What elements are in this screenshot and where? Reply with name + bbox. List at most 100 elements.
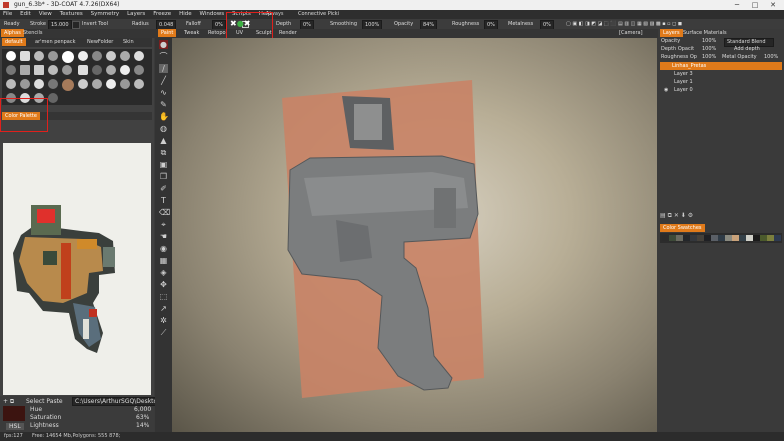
- swatch[interactable]: [676, 235, 683, 241]
- visibility-eye-icon[interactable]: ◉: [660, 87, 668, 93]
- grab-tool-icon[interactable]: ✥: [159, 280, 168, 289]
- swatch[interactable]: [704, 235, 711, 241]
- layer-row[interactable]: ◉ Layer 0: [660, 86, 782, 94]
- color-mode-button[interactable]: HSL: [6, 423, 24, 430]
- alpha-brush[interactable]: [120, 79, 130, 89]
- minimize-button[interactable]: ─: [728, 0, 746, 10]
- swatch[interactable]: [732, 235, 739, 241]
- image-tool-icon[interactable]: ▦: [159, 256, 168, 265]
- alpha-brush[interactable]: [134, 79, 144, 89]
- smudge-tool-icon[interactable]: ✋: [159, 112, 169, 121]
- folder-armen[interactable]: ar'men penpack: [32, 38, 79, 46]
- alpha-brush[interactable]: [34, 51, 44, 61]
- brush-tool-icon[interactable]: ●: [159, 40, 168, 49]
- clone-tool-icon[interactable]: ⧉: [159, 148, 168, 157]
- alpha-brush[interactable]: [92, 65, 102, 75]
- swatch[interactable]: [718, 235, 725, 241]
- alpha-brush[interactable]: [62, 51, 74, 63]
- add-color-icon[interactable]: + ⧉: [3, 398, 14, 406]
- invert-tool-checkbox[interactable]: [72, 21, 80, 29]
- alpha-brush[interactable]: [20, 65, 30, 75]
- menu-file[interactable]: File: [0, 10, 15, 19]
- new-layer-icon[interactable]: ▤: [660, 212, 666, 219]
- swatch[interactable]: [683, 235, 690, 241]
- folder-newfolder[interactable]: NewFolder: [84, 38, 116, 46]
- alpha-brush[interactable]: [20, 51, 30, 61]
- text-tool-icon[interactable]: T: [159, 196, 168, 205]
- menu-windows[interactable]: Windows: [197, 10, 228, 19]
- picker-tool-icon[interactable]: ⌖: [159, 220, 168, 229]
- alpha-brush[interactable]: [6, 65, 16, 75]
- alpha-brush[interactable]: [134, 51, 144, 61]
- stamp-tool-icon[interactable]: ▣: [159, 160, 168, 169]
- alpha-brush[interactable]: [78, 65, 88, 75]
- folder-default[interactable]: default: [2, 38, 26, 46]
- swatch[interactable]: [774, 235, 781, 241]
- maximize-button[interactable]: □: [746, 0, 764, 10]
- add-depth-button[interactable]: Add depth: [734, 46, 760, 53]
- folder-skin[interactable]: Skin: [120, 38, 137, 46]
- eye-tool-icon[interactable]: ◉: [159, 244, 168, 253]
- path-field[interactable]: C:\Users\ArthurSGQ\Desktop: [72, 397, 156, 406]
- line-tool-icon[interactable]: ╱: [159, 76, 168, 85]
- tab-render[interactable]: Render: [276, 29, 300, 37]
- menu-edit[interactable]: Edit: [17, 10, 34, 19]
- alpha-brush[interactable]: [48, 51, 58, 61]
- alpha-brush[interactable]: [120, 65, 130, 75]
- pen-tool-icon[interactable]: ∕: [159, 64, 168, 73]
- alpha-brush[interactable]: [106, 65, 116, 75]
- swatch[interactable]: [725, 235, 732, 241]
- connective-picking-label[interactable]: Connective Picki: [298, 10, 339, 18]
- copy-layer-icon[interactable]: ⧉: [668, 212, 672, 219]
- alpha-brush[interactable]: [48, 93, 58, 103]
- alpha-brush[interactable]: [20, 79, 30, 89]
- alpha-brush[interactable]: [106, 51, 116, 61]
- tab-tweak[interactable]: Tweak: [181, 29, 202, 37]
- alpha-brush[interactable]: [92, 79, 102, 89]
- alpha-brush[interactable]: [6, 79, 16, 89]
- menu-layers[interactable]: Layers: [124, 10, 148, 19]
- swatch[interactable]: [739, 235, 746, 241]
- depth-opacity-value[interactable]: 100%: [702, 46, 716, 53]
- swatch[interactable]: [753, 235, 760, 241]
- alpha-brush-grid[interactable]: [2, 49, 152, 105]
- layer-row[interactable]: Layer 1: [660, 78, 782, 86]
- pick-tool-icon[interactable]: ✐: [159, 184, 168, 193]
- lightness-value[interactable]: 14%: [136, 422, 149, 429]
- swatch[interactable]: [697, 235, 704, 241]
- layer-opacity-value[interactable]: 100%: [702, 38, 716, 45]
- swatch[interactable]: [662, 235, 669, 241]
- swatch[interactable]: [767, 235, 774, 241]
- alpha-brush[interactable]: [48, 65, 58, 75]
- swatch[interactable]: [690, 235, 697, 241]
- swatch[interactable]: [711, 235, 718, 241]
- alpha-brush[interactable]: [34, 79, 44, 89]
- butterfly-tool-icon[interactable]: ✲: [159, 316, 168, 325]
- metal-opacity-value[interactable]: 100%: [764, 54, 778, 61]
- alpha-brush[interactable]: [106, 79, 116, 89]
- merge-layer-icon[interactable]: ⬇: [681, 212, 686, 219]
- layer-row[interactable]: Linhas_Pretas: [660, 62, 782, 70]
- alpha-brush[interactable]: [92, 51, 102, 61]
- alpha-brush-selected[interactable]: [62, 79, 74, 91]
- layer-row[interactable]: Layer 3: [660, 70, 782, 78]
- camera-selector[interactable]: [Camera]: [616, 29, 646, 37]
- saturation-value[interactable]: 63%: [136, 414, 149, 421]
- swatch[interactable]: [669, 235, 676, 241]
- delete-layer-icon[interactable]: ✕: [674, 212, 679, 219]
- menu-textures[interactable]: Textures: [57, 10, 86, 19]
- menu-view[interactable]: View: [36, 10, 55, 19]
- settings-icon[interactable]: ⚙: [688, 212, 693, 219]
- transform-tool-icon[interactable]: ↗: [159, 304, 168, 313]
- alpha-brush[interactable]: [34, 65, 44, 75]
- alpha-brush[interactable]: [78, 79, 88, 89]
- alpha-brush[interactable]: [48, 79, 58, 89]
- alpha-brush[interactable]: [134, 65, 144, 75]
- ruler-tool-icon[interactable]: ⟋: [159, 328, 168, 337]
- tab-surface-materials[interactable]: Surface Materials: [680, 29, 730, 37]
- tab-paint[interactable]: Paint: [158, 29, 177, 37]
- fill-tool-icon[interactable]: ▲: [159, 136, 168, 145]
- alpha-brush[interactable]: [120, 51, 130, 61]
- copy-tool-icon[interactable]: ❐: [159, 172, 168, 181]
- close-button[interactable]: ✕: [764, 0, 782, 10]
